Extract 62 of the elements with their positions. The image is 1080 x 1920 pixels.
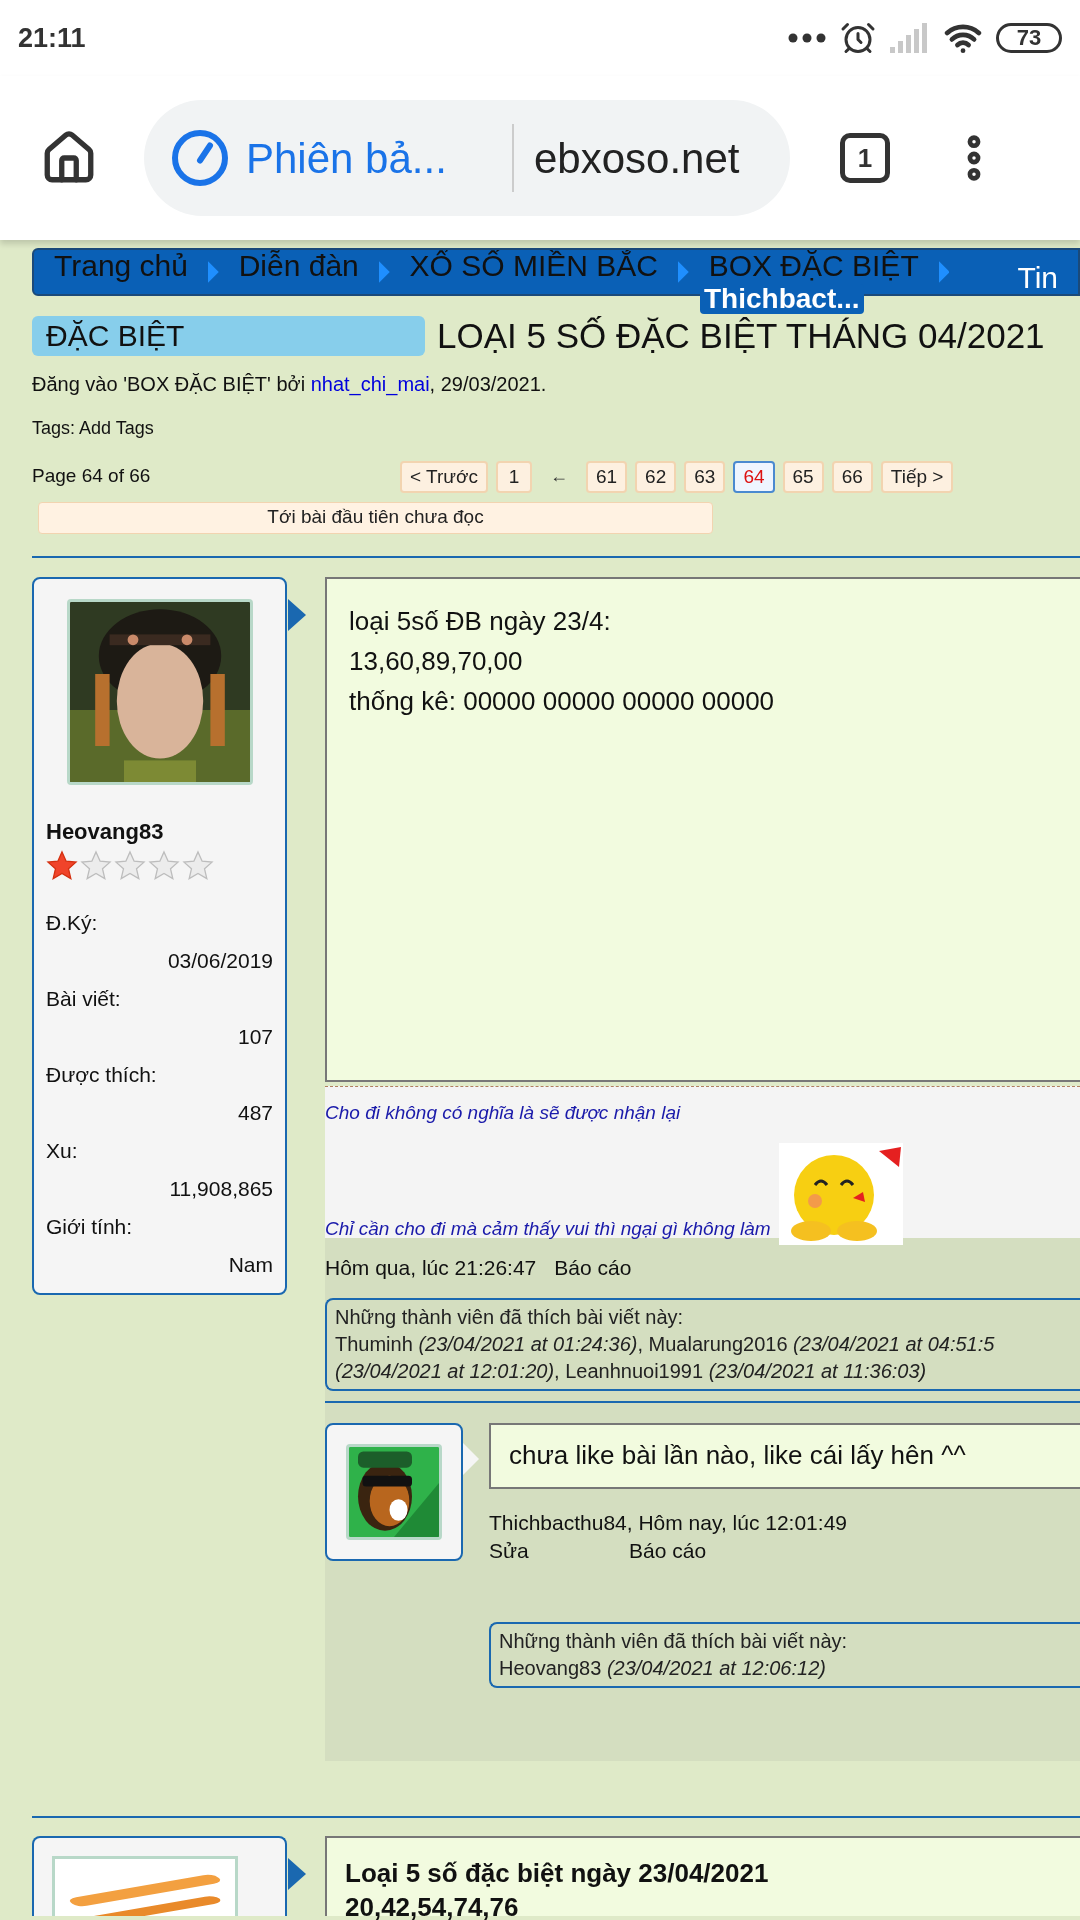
username: Heovang83 (46, 817, 165, 846)
stat-value: Nam (227, 1251, 273, 1278)
page-button[interactable]: 65 (782, 460, 824, 493)
page-button[interactable]: 64 (733, 460, 775, 493)
page-button[interactable]: 66 (831, 460, 873, 493)
stat-label: Đ.Ký: (46, 909, 99, 936)
thread-title: LOẠI 5 SỐ ĐẶC BIỆT THÁNG 04/2021 (437, 315, 1045, 357)
status-time: 21:11 (18, 21, 86, 55)
star-icon (46, 849, 78, 882)
stat-value: 487 (236, 1099, 273, 1126)
url-text: ebxoso.net (534, 133, 740, 184)
battery-indicator: 73 (996, 23, 1062, 53)
unread-post-button[interactable]: Tới bài đầu tiên chưa đọc (38, 501, 713, 534)
thread-prefix-label: ĐẶC BIỆT (32, 316, 425, 357)
stat-label: Được thích: (46, 1061, 158, 1088)
star-icon (114, 849, 146, 882)
stat-value: 03/06/2019 (166, 947, 273, 974)
ellipsis-arrow: ← (548, 465, 569, 488)
reply-action-link[interactable]: Sửa (489, 1538, 629, 1564)
thread-meta: Đăng vào 'BOX ĐẶC BIỆT' bởi nhat_chi_mai, 29/03/2021. (32, 371, 548, 398)
post-text-line: thống kê: 00000 00000 00000 00000 (349, 684, 776, 718)
likes-entry: Heovang83 (23/04/2021 at 12:06:12) (499, 1656, 827, 1681)
reply-comment: chưa like bài lần nào, like cái lấy hên ^^ (489, 1422, 1080, 1489)
page-button[interactable]: < Trước (400, 460, 488, 493)
reply-meta: Thichbacthu84, Hôm nay, lúc 12:01:49 (489, 1509, 848, 1536)
likes-entry: (23/04/2021 at 12:01:20), Leanhnuoi1991 (23/04/2021 at 11:36:03) (335, 1358, 928, 1384)
tab-count-button[interactable]: 1 (840, 133, 890, 183)
post-text-line: 20,42,54,74,76 (345, 1890, 520, 1920)
page-button[interactable]: Tiếp > (880, 460, 954, 493)
breadcrumb-link[interactable]: Tin (997, 250, 1078, 294)
likes-heading: Những thành viên đã thích bài viết này: (335, 1304, 685, 1330)
stat-label: Giới tính: (46, 1213, 134, 1240)
likes-entry: Thuminh (23/04/2021 at 01:24:36), Mualarung2016 (23/04/2021 at 04:51:5 (335, 1331, 996, 1357)
author-link[interactable]: nhat_chi_mai (310, 372, 430, 395)
page-summary: Page 64 of 66 (32, 464, 152, 489)
report-link[interactable]: Báo cáo (554, 1251, 632, 1284)
post-time: Hôm qua, lúc 21:26:47 (325, 1254, 537, 1281)
post-text-line: 13,60,89,70,00 (349, 644, 524, 678)
stat-value: 11,908,865 (168, 1175, 273, 1202)
signal-icon (890, 23, 930, 53)
address-bar[interactable]: Phiên bả... ebxoso.net (144, 100, 790, 216)
star-icon (80, 849, 112, 882)
stat-label: Bài viết: (46, 985, 122, 1012)
gauge-icon (170, 128, 230, 188)
lite-mode-label: Phiên bả... (246, 133, 448, 184)
post-text-line: loại 5số ĐB ngày 23/4: (349, 604, 612, 638)
star-icon (182, 849, 214, 882)
likes-heading: Những thành viên đã thích bài viết này: (499, 1629, 849, 1654)
more-dots-icon (788, 33, 826, 43)
star-icon (148, 849, 180, 882)
tags-text: Tags: Add Tags (32, 416, 155, 440)
page-button[interactable]: 1 (495, 460, 532, 493)
page-button[interactable]: 61 (585, 460, 628, 493)
page-button[interactable]: 62 (635, 460, 677, 493)
stat-label: Xu: (46, 1137, 79, 1164)
signature-text: Chỉ cần cho đi mà cảm thấy vui thì ngại gì không làm (325, 1216, 771, 1241)
signature-text: Cho đi không có nghĩa là sẽ được nhận lại (325, 1100, 682, 1125)
reply-action-link[interactable]: Báo cáo (629, 1538, 769, 1564)
alarm-icon (840, 20, 876, 56)
page-button[interactable]: 63 (684, 460, 726, 493)
stat-value: 107 (236, 1023, 273, 1050)
post-text-line: Loại 5 số đặc biệt ngày 23/04/2021 (345, 1856, 770, 1890)
